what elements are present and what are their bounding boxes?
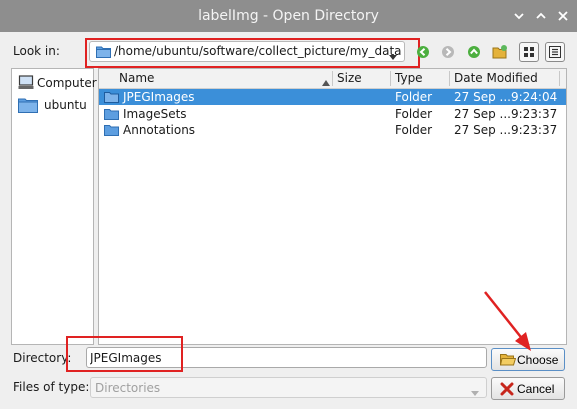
column-header-name[interactable]: Name [119,69,154,88]
folder-icon [104,124,119,139]
close-icon[interactable] [553,6,573,26]
row-type: Folder [395,90,433,104]
sort-ascending-icon [322,75,330,89]
choose-label: Choose [517,353,559,367]
column-separator [332,71,333,86]
column-header-size[interactable]: Size [337,69,362,88]
forward-icon[interactable] [438,42,458,62]
parent-directory-icon[interactable] [464,42,484,62]
filetype-label: Files of type: [13,380,90,394]
filetype-combobox[interactable]: Directories [90,377,487,398]
directory-label: Directory: [13,351,72,365]
row-name: Annotations [123,123,196,137]
title-bar[interactable]: labelImg - Open Directory [0,0,577,32]
minimize-icon[interactable] [509,6,529,26]
sidebar-item-label: ubuntu [44,98,87,112]
file-list-header: Name Size Type Date Modified [99,69,566,89]
column-separator [449,71,450,86]
folder-icon [18,97,38,116]
table-row[interactable]: Annotations Folder 27 Sep ...9:23:37 [99,122,566,138]
sidebar-item-label: Computer [37,76,97,90]
file-list[interactable]: Name Size Type Date Modified JPEGImages … [98,68,567,345]
list-view-icon[interactable] [519,42,539,62]
row-date: 27 Sep ...9:24:04 [454,90,558,104]
directory-field[interactable] [90,350,480,365]
choose-button[interactable]: Choose [491,348,565,371]
sidebar-item-ubuntu[interactable]: ubuntu [16,95,91,115]
row-type: Folder [395,123,433,137]
row-date: 27 Sep ...9:23:37 [454,123,558,137]
column-header-type[interactable]: Type [395,69,423,88]
new-folder-icon[interactable] [490,42,510,62]
column-separator [390,71,391,86]
directory-field-wrapper [86,347,487,368]
row-name: ImageSets [123,107,187,121]
column-separator [559,71,560,86]
folder-icon [104,91,119,106]
window-title: labelImg - Open Directory [198,8,379,24]
row-name: JPEGImages [123,90,195,104]
places-sidebar: Computer ubuntu [11,68,97,345]
dropdown-arrow-icon [389,49,397,63]
table-row[interactable]: JPEGImages Folder 27 Sep ...9:24:04 [99,89,566,105]
back-icon[interactable] [413,42,433,62]
folder-open-icon [499,353,517,369]
dropdown-arrow-icon [471,385,479,399]
lookin-label: Look in: [13,44,60,58]
lookin-path: /home/ubuntu/software/collect_picture/my… [114,44,402,58]
folder-icon [96,45,111,61]
open-directory-dialog: labelImg - Open Directory Look in: /home… [0,0,577,409]
sidebar-item-computer[interactable]: Computer [16,73,97,93]
folder-icon [104,108,119,123]
cancel-x-icon [500,382,514,399]
maximize-icon[interactable] [531,6,551,26]
row-date: 27 Sep ...9:23:37 [454,107,558,121]
row-type: Folder [395,107,433,121]
lookin-combobox[interactable]: /home/ubuntu/software/collect_picture/my… [89,41,405,62]
cancel-label: Cancel [517,382,555,396]
table-row[interactable]: ImageSets Folder 27 Sep ...9:23:37 [99,106,566,122]
filetype-value: Directories [95,381,161,395]
computer-icon [18,75,34,93]
column-header-date[interactable]: Date Modified [454,69,538,88]
cancel-button[interactable]: Cancel [491,377,565,400]
detail-view-icon[interactable] [545,42,565,62]
